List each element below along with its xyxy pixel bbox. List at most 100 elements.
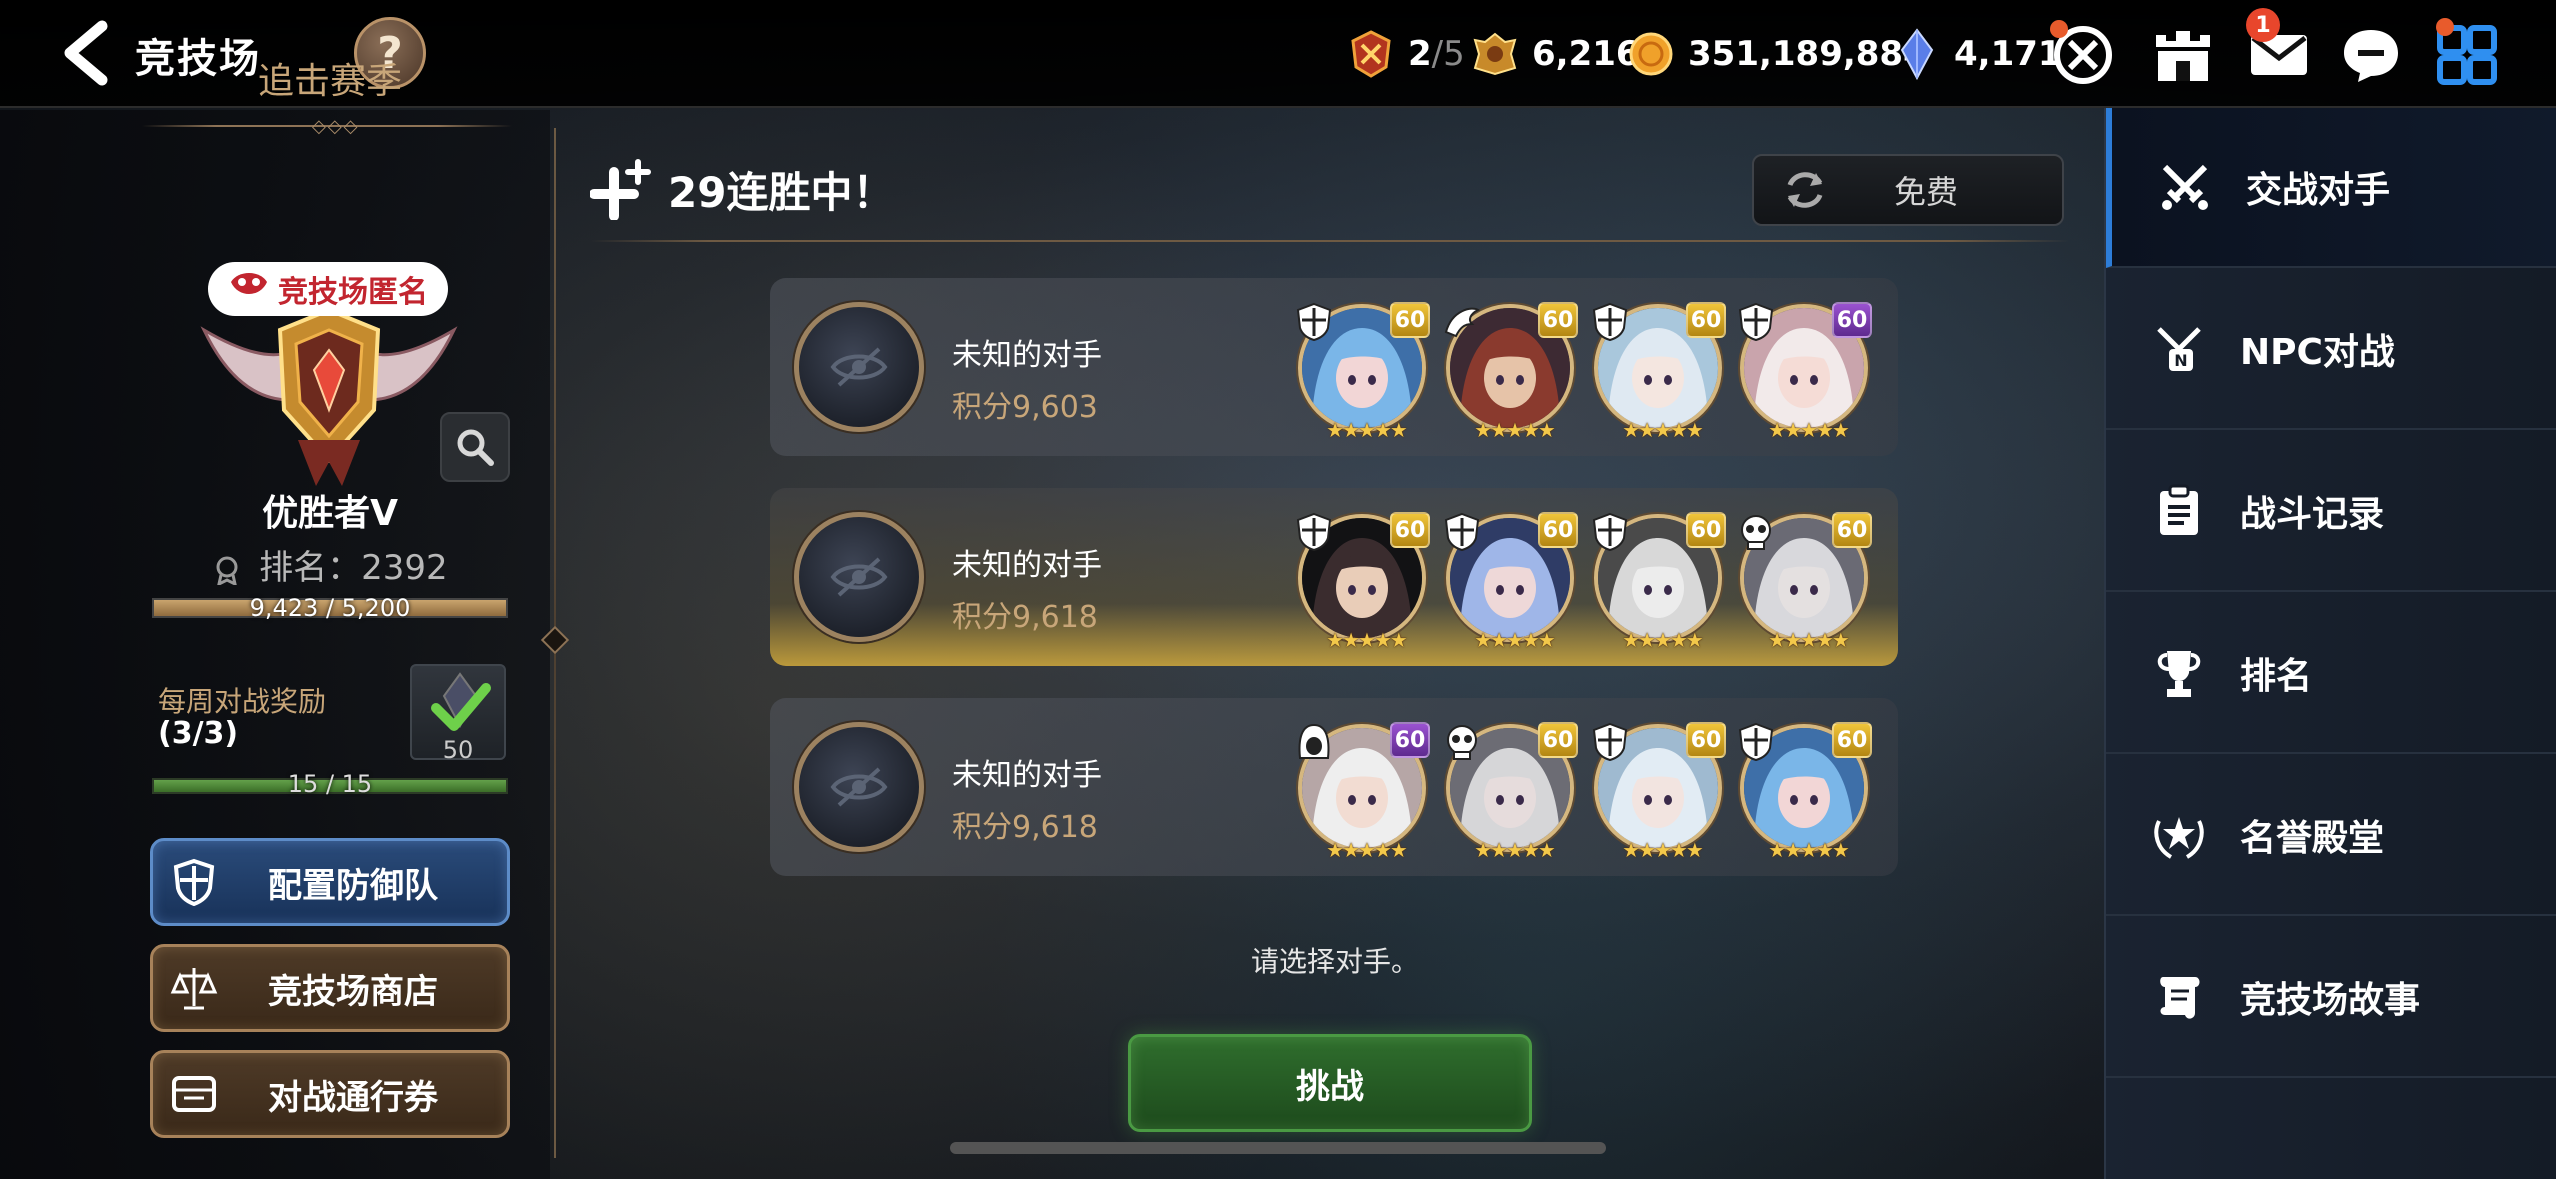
nav-item-laurel-star[interactable]: 名誉殿堂: [2106, 756, 2556, 916]
arena-side-nav: 交战对手 N NPC对战 战斗记录 排名 名誉殿堂 竞技场故事: [2104, 108, 2556, 1179]
hero-portrait[interactable]: 60 ★★★★★: [1740, 512, 1872, 652]
scroll-icon: [2144, 962, 2214, 1032]
laurel-star-icon: [2144, 800, 2214, 870]
hidden-eye-icon: [830, 347, 888, 387]
arena-coin-icon: [1470, 29, 1520, 79]
hero-level: 60: [1538, 722, 1578, 758]
gold-counter[interactable]: 351,189,884: [1626, 24, 1927, 84]
ticket-current: 2: [1408, 34, 1432, 74]
rank-position-text: 排名：2392: [259, 548, 448, 588]
hero-portrait[interactable]: 60 ★★★★★: [1592, 512, 1726, 652]
hero-portrait[interactable]: 60 ★★★★★: [1298, 722, 1430, 862]
hidden-eye-icon: [830, 767, 888, 807]
challenge-button[interactable]: 挑战: [1128, 1034, 1532, 1132]
shield-icon: [159, 838, 229, 926]
hero-star-rating: ★★★★★: [1768, 628, 1850, 652]
ornament: ◇◇◇: [312, 116, 360, 137]
hero-star-rating: ★★★★★: [1768, 838, 1850, 862]
arena-coin-value: 6,216: [1532, 34, 1640, 74]
nav-item-scroll[interactable]: 竞技场故事: [2106, 918, 2556, 1078]
hero-class-skull-icon: [1736, 512, 1776, 552]
scales-icon: [159, 944, 229, 1032]
notification-dot: [2050, 20, 2068, 38]
hero-portrait[interactable]: 60 ★★★★★: [1444, 512, 1578, 652]
opponent-name: 未知的对手: [952, 338, 1102, 373]
ticket-counter[interactable]: 2 / 5: [1346, 24, 1465, 84]
hero-level: 60: [1832, 722, 1872, 758]
anonymous-mask-icon: [228, 268, 270, 310]
hero-class-shield-icon: [1294, 512, 1334, 552]
hero-class-shield-icon: [1590, 512, 1630, 552]
trophy-icon: [2144, 638, 2214, 708]
npc-battle-icon: N: [2144, 314, 2214, 384]
arena-anonymous-tag[interactable]: 竞技场匿名: [208, 262, 448, 316]
hero-star-rating: ★★★★★: [1474, 418, 1556, 442]
arena-shop-button[interactable]: 竞技场商店: [150, 944, 510, 1032]
nav-item-label: NPC对战: [2240, 332, 2395, 373]
divider: [590, 240, 2070, 242]
weekly-reward-amount: 50: [442, 736, 474, 764]
hero-level: 60: [1390, 302, 1430, 338]
refresh-label: 免费: [1893, 173, 1958, 211]
hero-portrait[interactable]: 60 ★★★★★: [1592, 302, 1726, 442]
opponent-name: 未知的对手: [952, 548, 1102, 583]
chat-button[interactable]: [2336, 20, 2406, 90]
hero-portrait[interactable]: 60 ★★★★★: [1446, 722, 1578, 862]
hero-class-shield-icon: [1590, 302, 1630, 342]
mail-badge: 1: [2246, 8, 2280, 42]
hero-level: 60: [1538, 302, 1578, 338]
opponent-card[interactable]: 未知的对手 积分9,618 60 ★★★★★ 60 ★★★★★ 60 ★★★★★…: [770, 488, 1898, 666]
win-streak: 29连胜中！: [590, 156, 894, 222]
hero-star-rating: ★★★★★: [1622, 628, 1704, 652]
opponent-score: 积分9,618: [952, 810, 1098, 845]
opponent-card[interactable]: 未知的对手 积分9,603 60 ★★★★★ 60 ★★★★★ 60 ★★★★★…: [770, 278, 1898, 456]
hero-portrait[interactable]: 60 ★★★★★: [1738, 302, 1872, 442]
rank-tier: 优胜者V: [262, 493, 398, 534]
scrollbar[interactable]: [950, 1142, 1606, 1154]
crossed-swords-icon: [2150, 152, 2220, 222]
hero-level: 60: [1686, 722, 1726, 758]
battle-pass-button[interactable]: 对战通行券: [150, 1050, 510, 1138]
nav-item-label: 排名: [2240, 656, 2313, 697]
nav-item-crossed-swords[interactable]: 交战对手: [2106, 108, 2556, 268]
hero-class-shield-icon: [1294, 302, 1334, 342]
arena-event-button[interactable]: [2048, 20, 2118, 90]
ticket-icon: [159, 1050, 229, 1138]
clipboard-icon: [2144, 476, 2214, 546]
opponent-card[interactable]: 未知的对手 积分9,618 60 ★★★★★ 60 ★★★★★ 60 ★★★★★…: [770, 698, 1898, 876]
nav-item-clipboard[interactable]: 战斗记录: [2106, 432, 2556, 592]
gold-coin-icon: [1626, 29, 1676, 79]
hero-star-rating: ★★★★★: [1474, 838, 1556, 862]
rank-position: 排名：2392: [0, 540, 660, 589]
nav-item-npc-battle[interactable]: N NPC对战: [2106, 270, 2556, 430]
hero-class-shield-icon: [1736, 302, 1776, 342]
crystal-value: 4,171: [1954, 34, 2062, 74]
crystal-icon: [1892, 28, 1942, 80]
battle-pass-label: 对战通行券: [268, 1077, 438, 1118]
battle-ticket-icon: [1346, 29, 1396, 79]
hero-portrait[interactable]: 60 ★★★★★: [1592, 722, 1726, 862]
arena-coin-counter[interactable]: 6,216: [1470, 24, 1640, 84]
crystal-counter[interactable]: 4,171: [1892, 24, 2062, 84]
mail-button[interactable]: 1: [2244, 8, 2314, 90]
hero-class-shield-icon: [1736, 722, 1776, 762]
opponent-score: 积分9,603: [952, 390, 1098, 425]
hero-portrait[interactable]: 60 ★★★★★: [1296, 512, 1430, 652]
castle-icon: [2156, 31, 2210, 81]
hero-star-rating: ★★★★★: [1622, 418, 1704, 442]
hero-level: 60: [1686, 512, 1726, 548]
hero-star-rating: ★★★★★: [1326, 838, 1408, 862]
hero-portrait[interactable]: 60 ★★★★★: [1296, 302, 1430, 442]
nav-item-trophy[interactable]: 排名: [2106, 594, 2556, 754]
hero-portrait[interactable]: 60 ★★★★★: [1738, 722, 1872, 862]
main-menu-button[interactable]: [2432, 18, 2502, 90]
gold-value: 351,189,884: [1688, 34, 1927, 74]
configure-defense-button[interactable]: 配置防御队: [150, 838, 510, 926]
guild-button[interactable]: [2148, 20, 2218, 90]
nav-item-label: 交战对手: [2246, 170, 2391, 211]
hero-portrait[interactable]: 60 ★★★★★: [1444, 302, 1578, 442]
svg-text:N: N: [2174, 351, 2187, 370]
hidden-eye-icon: [830, 557, 888, 597]
refresh-opponents-button[interactable]: 免费: [1752, 154, 2064, 226]
nav-item-label: 名誉殿堂: [2240, 818, 2385, 859]
